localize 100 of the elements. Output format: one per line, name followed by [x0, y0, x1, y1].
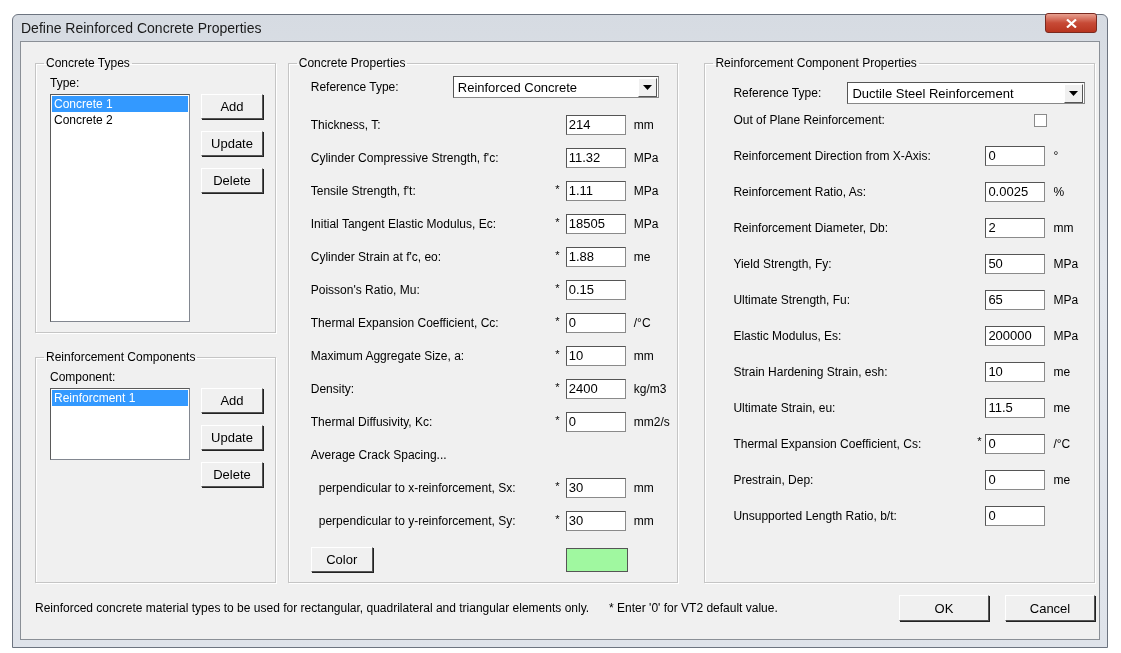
- dropdown[interactable]: Reinforced Concrete: [452, 76, 659, 98]
- field-label: Unsupported Length Ratio, b/t:: [733, 509, 897, 523]
- required-mark: *: [555, 282, 560, 294]
- input-field[interactable]: 2: [985, 218, 1046, 238]
- input-field[interactable]: 0.15: [565, 279, 626, 300]
- input-field[interactable]: 200000: [985, 326, 1046, 346]
- required-mark: *: [555, 480, 560, 492]
- unit-label: mm: [633, 480, 654, 495]
- input-field[interactable]: 0: [565, 411, 626, 432]
- action-button[interactable]: Update: [201, 425, 263, 450]
- unit-label: me: [633, 249, 651, 264]
- field-label: Thermal Expansion Coefficient, Cc:: [310, 315, 499, 330]
- input-field[interactable]: 2400: [565, 378, 626, 399]
- unit-label: %: [1053, 185, 1065, 199]
- unit-label: mm: [633, 348, 654, 363]
- unit-label: kg/m3: [633, 381, 667, 396]
- color-button[interactable]: Color: [310, 547, 373, 572]
- field-label: Reinforcement Diameter, Db:: [733, 221, 889, 235]
- checkbox[interactable]: [1034, 113, 1048, 127]
- input-field[interactable]: 65: [985, 290, 1046, 310]
- field-label: Reinforcement Ratio, As:: [733, 185, 867, 199]
- unit-label: me: [1053, 473, 1071, 487]
- list-item[interactable]: Concrete 2: [52, 112, 188, 128]
- field-label: Poisson's Ratio, Mu:: [310, 282, 420, 297]
- required-mark: *: [555, 414, 560, 426]
- unit-label: MPa: [1053, 329, 1079, 343]
- unit-label: me: [1053, 401, 1071, 415]
- input-field[interactable]: 0: [985, 434, 1046, 454]
- action-button[interactable]: Add: [201, 388, 263, 413]
- unit-label: MPa: [633, 216, 659, 231]
- input-field[interactable]: 1.11: [565, 180, 626, 201]
- input-field[interactable]: 30: [565, 510, 626, 531]
- field-label: Thickness, T:: [310, 117, 381, 132]
- footer-note: * Enter '0' for VT2 default value.: [609, 601, 778, 615]
- group-title: Reinforcement Components: [45, 350, 197, 364]
- dialog-button[interactable]: OK: [899, 595, 989, 621]
- dropdown-arrow-icon: [1069, 90, 1079, 96]
- required-mark: *: [555, 513, 560, 525]
- required-mark: *: [555, 249, 560, 261]
- required-mark: *: [977, 435, 982, 447]
- action-button[interactable]: Delete: [201, 462, 263, 487]
- input-field[interactable]: 0: [565, 312, 626, 333]
- action-button[interactable]: Update: [201, 131, 263, 156]
- close-button[interactable]: [1045, 13, 1097, 33]
- field-label: Tensile Strength, f't:: [310, 183, 416, 198]
- field-label: Elastic Modulus, Es:: [733, 329, 842, 343]
- input-field[interactable]: 30: [565, 477, 626, 498]
- field-label: Ultimate Strength, Fu:: [733, 293, 851, 307]
- unit-label: MPa: [633, 183, 659, 198]
- required-mark: *: [555, 315, 560, 327]
- close-icon: [1065, 18, 1077, 28]
- input-field[interactable]: 11.32: [565, 147, 626, 168]
- input-field[interactable]: 0.0025: [985, 182, 1046, 202]
- required-mark: *: [555, 381, 560, 393]
- field-label: Yield Strength, Fy:: [733, 257, 832, 271]
- field-label: Cylinder Strain at f'c, eo:: [310, 249, 442, 264]
- section-label: Average Crack Spacing...: [310, 447, 448, 462]
- field-label: Prestrain, Dep:: [733, 473, 814, 487]
- input-field[interactable]: 11.5: [985, 398, 1046, 418]
- footer-note: Reinforced concrete material types to be used for rectangular, quadrilateral and triangular elements only.: [35, 601, 590, 615]
- input-field[interactable]: 1.88: [565, 246, 626, 267]
- input-field[interactable]: 10: [985, 362, 1046, 382]
- field-label: Thermal Diffusivity, Kc:: [310, 414, 433, 429]
- group-title: Concrete Properties: [297, 56, 407, 70]
- dropdown-arrow-icon: [642, 84, 652, 90]
- field-label: perpendicular to x-reinforcement, Sx:: [318, 480, 516, 495]
- field-label: Reference Type:: [310, 80, 399, 94]
- list-label: Type:: [50, 76, 81, 90]
- action-button[interactable]: Add: [201, 94, 263, 119]
- unit-label: mm: [1053, 221, 1074, 235]
- group-title: Reinforcement Component Properties: [714, 56, 918, 70]
- unit-label: mm: [633, 117, 654, 132]
- unit-label: MPa: [1053, 293, 1079, 307]
- required-mark: *: [555, 216, 560, 228]
- action-button[interactable]: Delete: [201, 168, 263, 193]
- dialog-button[interactable]: Cancel: [1005, 595, 1095, 621]
- unit-label: /°C: [1053, 437, 1071, 451]
- input-field[interactable]: 0: [985, 506, 1046, 526]
- field-label: Strain Hardening Strain, esh:: [733, 365, 888, 379]
- field-label: Maximum Aggregate Size, a:: [310, 348, 465, 363]
- field-label: Reference Type:: [733, 86, 822, 100]
- unit-label: /°C: [633, 315, 651, 330]
- input-field[interactable]: 10: [565, 345, 626, 366]
- input-field[interactable]: 0: [985, 146, 1046, 166]
- field-label: Reinforcement Direction from X-Axis:: [733, 149, 931, 163]
- field-label: Thermal Expansion Coefficient, Cs:: [733, 437, 922, 451]
- input-field[interactable]: 50: [985, 254, 1046, 274]
- input-field[interactable]: 214: [565, 114, 626, 135]
- field-label: Cylinder Compressive Strength, f'c:: [310, 150, 499, 165]
- field-label: Ultimate Strain, eu:: [733, 401, 836, 415]
- required-mark: *: [555, 348, 560, 360]
- field-label: perpendicular to y-reinforcement, Sy:: [318, 513, 516, 528]
- input-field[interactable]: 18505: [565, 213, 626, 234]
- input-field[interactable]: 0: [985, 470, 1046, 490]
- dropdown[interactable]: Ductile Steel Reinforcement: [847, 82, 1086, 104]
- unit-label: MPa: [1053, 257, 1079, 271]
- unit-label: mm: [633, 513, 654, 528]
- unit-label: me: [1053, 365, 1071, 379]
- field-label: Initial Tangent Elastic Modulus, Ec:: [310, 216, 496, 231]
- list-box[interactable]: Concrete 1 Concrete 2: [50, 94, 190, 322]
